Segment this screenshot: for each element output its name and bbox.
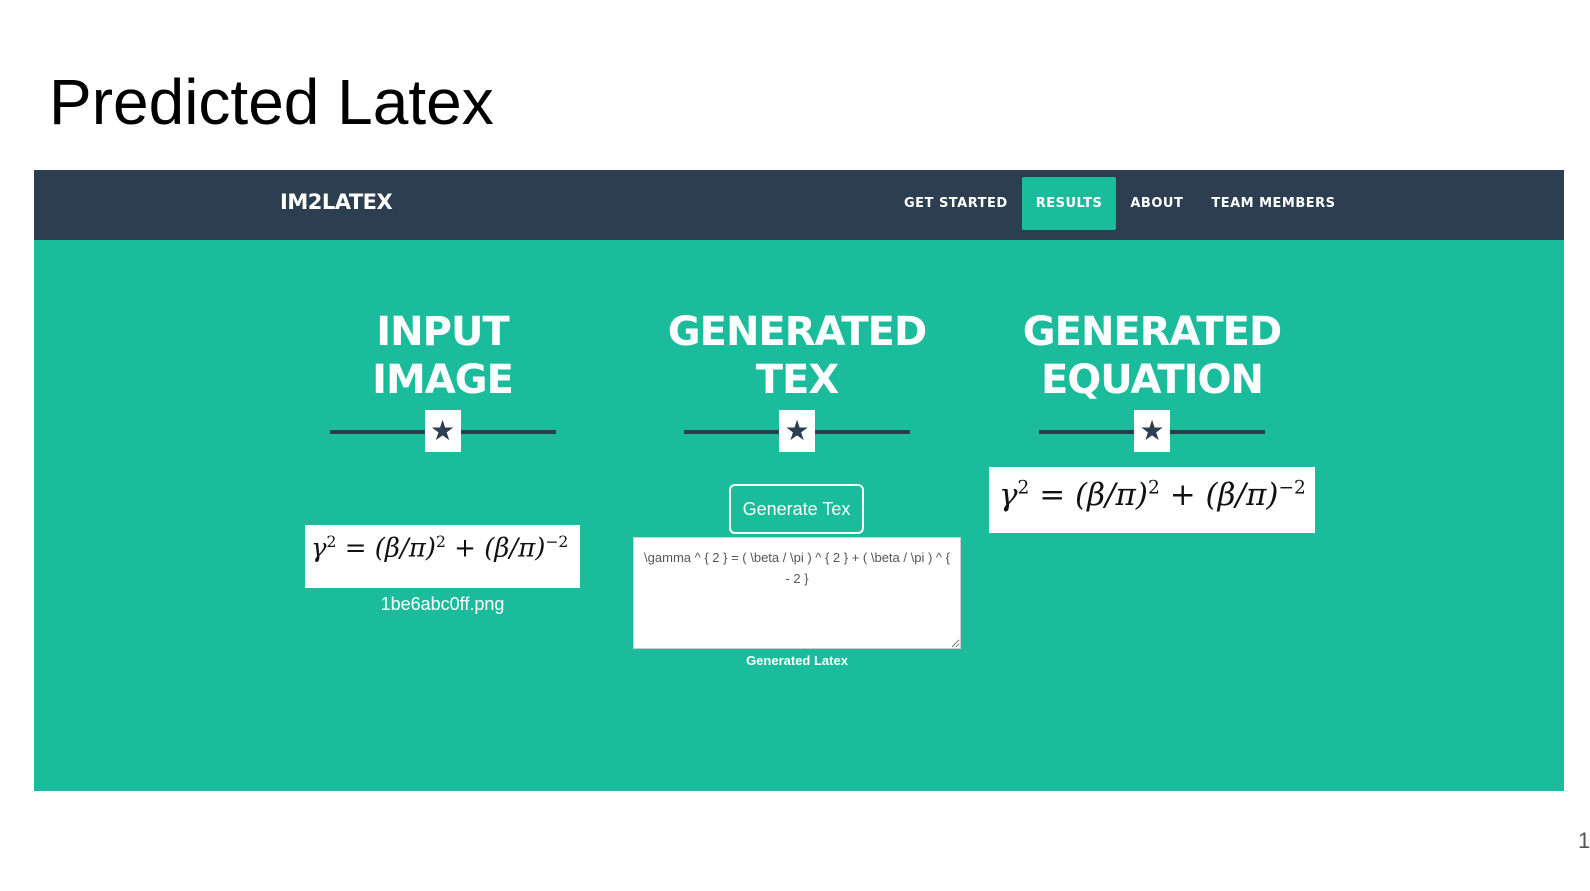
generated-equation-section: GENERATED EQUATION ★ <box>989 308 1315 454</box>
nav-item-results[interactable]: RESULTS <box>1021 177 1117 230</box>
section-divider: ★ <box>684 410 910 454</box>
generated-latex-caption: Generated Latex <box>746 653 848 668</box>
nav-item-team-members[interactable]: TEAM MEMBERS <box>1197 177 1349 230</box>
slide-page-number: 1 <box>1578 828 1590 853</box>
slide-title: Predicted Latex <box>49 66 494 138</box>
generated-tex-textarea[interactable]: \gamma ^ { 2 } = ( \beta / \pi ) ^ { 2 }… <box>633 537 961 649</box>
app-screenshot: IM2LATEX GET STARTED RESULTS ABOUT TEAM … <box>34 170 1564 791</box>
generated-tex-heading-line2: TEX <box>755 357 839 403</box>
section-divider: ★ <box>1039 410 1265 454</box>
navbar: IM2LATEX GET STARTED RESULTS ABOUT TEAM … <box>34 170 1564 240</box>
section-divider: ★ <box>329 410 556 454</box>
generate-tex-button[interactable]: Generate Tex <box>729 484 864 534</box>
generated-equation-heading-line2: EQUATION <box>1040 357 1264 403</box>
nav-item-about[interactable]: ABOUT <box>1116 177 1197 230</box>
star-icon: ★ <box>1134 410 1170 452</box>
star-icon: ★ <box>424 410 461 452</box>
brand-logo[interactable]: IM2LATEX <box>280 190 393 214</box>
input-filename: 1be6abc0ff.png <box>380 594 505 614</box>
nav-menu: GET STARTED RESULTS ABOUT TEAM MEMBERS <box>890 177 1350 230</box>
generated-equation-heading-line1: GENERATED <box>1022 309 1282 355</box>
generated-tex-heading-line1: GENERATED <box>667 309 927 355</box>
rendered-equation-text: γ2 = (β/π)2 + (β/π)−2 <box>999 477 1306 513</box>
rendered-equation-box: γ2 = (β/π)2 + (β/π)−2 <box>989 467 1315 533</box>
input-equation-text: γ2 = (β/π)2 + (β/π)−2 <box>311 533 569 564</box>
nav-item-get-started[interactable]: GET STARTED <box>890 177 1022 230</box>
input-image-section: INPUT IMAGE ★ <box>305 308 580 454</box>
generated-tex-section: GENERATED TEX ★ <box>634 308 960 454</box>
input-equation-image: γ2 = (β/π)2 + (β/π)−2 <box>305 525 580 588</box>
input-image-heading: INPUT IMAGE <box>372 309 514 403</box>
star-icon: ★ <box>779 410 815 452</box>
